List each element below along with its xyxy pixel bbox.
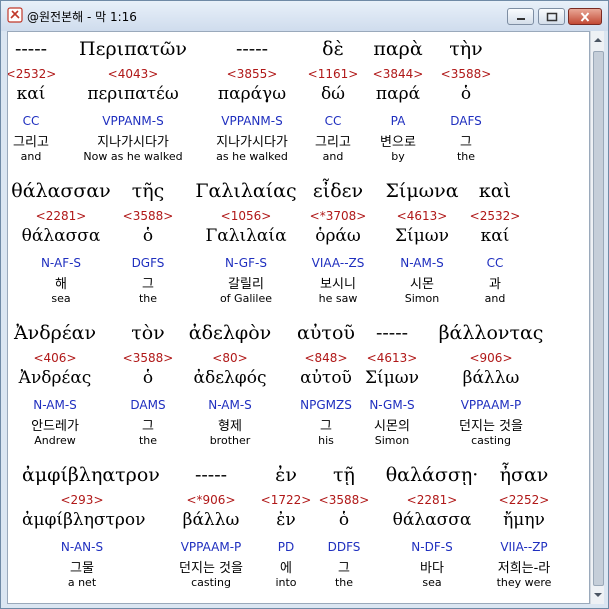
close-icon: [580, 11, 590, 22]
word-greek: τὴν: [449, 38, 483, 60]
vertical-scrollbar[interactable]: [590, 31, 604, 604]
word-lemma: ἤμην: [503, 510, 545, 530]
word-english: the: [456, 150, 476, 163]
word-english: Now as he walked: [83, 150, 183, 163]
word-english: they were: [496, 576, 552, 589]
interlinear-view[interactable]: ἀμφίβληατρον <293> ἀμφίβληστρον N-AN-S 그물 a n…: [7, 31, 590, 604]
word-english: casting: [471, 434, 511, 447]
word-korean: 과: [489, 277, 501, 292]
word-lemma: περιπατέω: [87, 84, 179, 104]
word-greek: βάλλοντας: [438, 322, 544, 344]
word-korean: 던지는 것을: [459, 419, 523, 434]
word-greek: Περιπατῶν: [79, 38, 187, 60]
word-morph: VIIA--ZP: [500, 540, 548, 554]
word-korean: 저희는-라: [497, 561, 551, 576]
word-strong: <2532>: [469, 209, 521, 223]
interlinear-line: Ἀνδρέαν <406> Ἀνδρέας N-AM-S 안드레가 Andrew τὸν <3…: [8, 316, 589, 458]
close-button[interactable]: [568, 8, 602, 25]
window: @원전본해 - 막 1:16 ἀμφίβληατρον <293> ἀμφίβλησ…: [0, 0, 609, 609]
bottom-edge: [8, 598, 589, 603]
scroll-thumb[interactable]: [593, 51, 604, 586]
word-morph: VPPAAM-P: [460, 398, 522, 412]
word-korean: 그물: [70, 561, 94, 576]
word-strong: <4043>: [107, 67, 159, 81]
maximize-icon: [546, 12, 557, 21]
word-lemma: βάλλω: [462, 368, 520, 388]
word-greek: ἀμφίβληατρον: [22, 464, 160, 486]
word-greek: ἦσαν: [499, 464, 549, 486]
word-english: a net: [67, 576, 97, 589]
app-icon: [7, 7, 23, 23]
word-greek: καὶ: [478, 180, 512, 202]
minimize-icon: [516, 17, 525, 20]
word-lemma: ὁ: [460, 84, 472, 104]
minimize-button[interactable]: [507, 8, 534, 25]
word-morph: CC: [486, 256, 504, 270]
interlinear-line: ----- <2532> καί CC 그리고 and Περιπατῶν <4043> περ…: [8, 32, 589, 174]
title-bar[interactable]: @원전본해 - 막 1:16: [1, 1, 608, 31]
word-lemma: καί: [480, 226, 510, 246]
word-morph: N-AN-S: [60, 540, 104, 554]
word-korean: 지나가시다가: [97, 135, 169, 150]
word-strong: <2252>: [498, 493, 550, 507]
scroll-down-arrow-icon: [594, 593, 602, 597]
interlinear-line: θάλασσαν <2281> θάλασσα N-AF-S 해 sea τῆς <3588>…: [8, 174, 589, 316]
word-lemma: ἀμφίβληστρον: [22, 510, 146, 530]
word-strong: <906>: [469, 351, 513, 365]
word-strong: <3588>: [440, 67, 492, 81]
window-title: @원전본해 - 막 1:16: [27, 10, 137, 24]
word-korean: 그: [460, 135, 472, 150]
word-english: and: [484, 292, 506, 305]
word-morph: DAFS: [450, 114, 482, 128]
maximize-button[interactable]: [538, 8, 565, 25]
scroll-up-arrow-icon: [594, 38, 602, 42]
word-strong: <293>: [60, 493, 104, 507]
word-morph: VPPANM-S: [102, 114, 164, 128]
interlinear-line: ἀμφίβληατρον <293> ἀμφίβληστρον N-AN-S 그물 a n…: [8, 458, 589, 600]
